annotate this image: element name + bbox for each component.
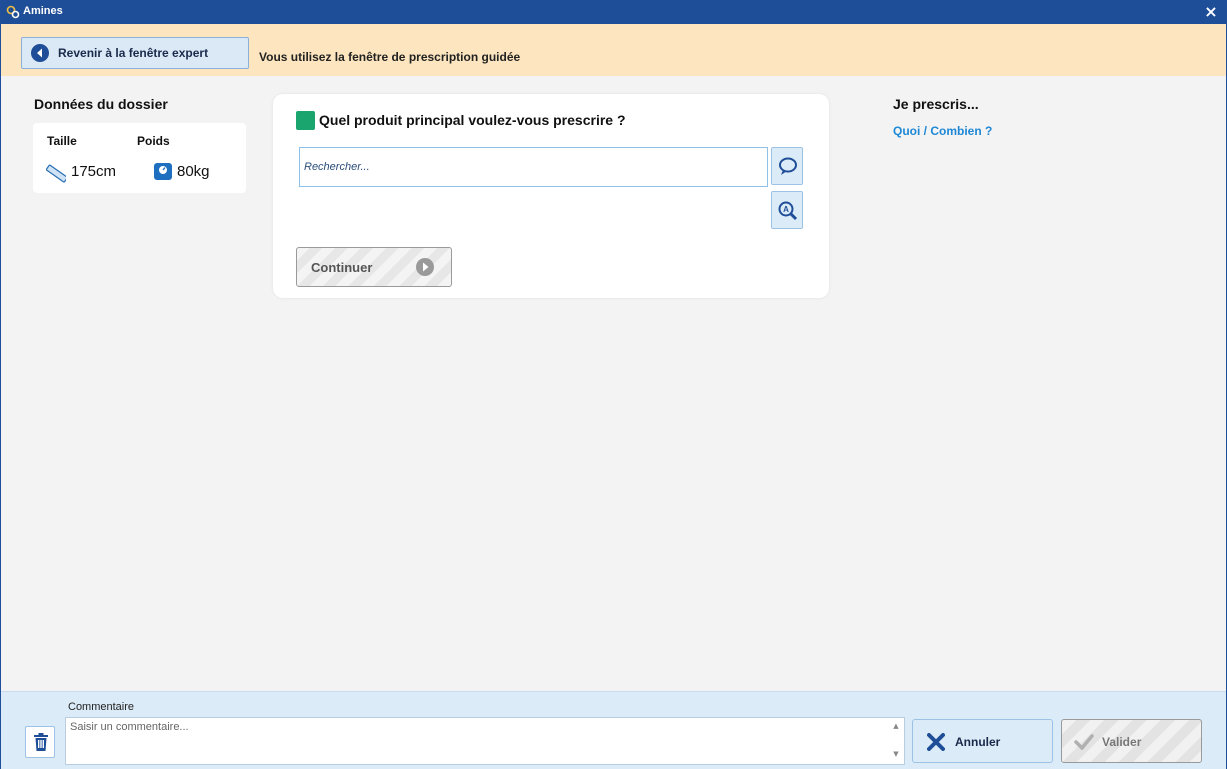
app-window: Amines × Revenir à la fenêtre expert Vou… <box>0 0 1227 769</box>
speech-bubble-icon <box>779 157 797 175</box>
dossier-title: Données du dossier <box>34 96 168 112</box>
scroll-down-arrow-icon[interactable]: ▼ <box>890 750 902 760</box>
scroll-up-arrow-icon[interactable]: ▲ <box>890 722 902 732</box>
weight-header: Poids <box>137 134 170 148</box>
comment-label: Commentaire <box>68 701 135 713</box>
continue-button[interactable]: Continuer <box>296 247 452 287</box>
what-how-much-link[interactable]: Quoi / Combien ? <box>893 124 992 138</box>
height-header: Taille <box>47 134 77 148</box>
app-gear-icon <box>6 5 20 19</box>
back-arrow-icon <box>31 44 49 62</box>
cancel-label: Annuler <box>955 735 1001 749</box>
dossier-card: Taille Poids 175cm 80kg <box>33 123 246 193</box>
svg-text:A: A <box>783 205 789 214</box>
comment-search-button[interactable] <box>771 147 803 185</box>
cross-icon <box>927 733 945 751</box>
cancel-button[interactable]: Annuler <box>912 719 1053 763</box>
question-card: Quel produit principal voulez-vous presc… <box>273 94 829 298</box>
search-input[interactable] <box>299 147 768 187</box>
scale-icon <box>154 163 172 180</box>
back-to-expert-label: Revenir à la fenêtre expert <box>58 46 209 60</box>
comment-footer: Commentaire ▲ ▼ Annuler Valider <box>1 691 1226 769</box>
clear-comment-button[interactable] <box>25 726 55 758</box>
title-bar: Amines × <box>1 1 1226 24</box>
weight-value: 80kg <box>177 163 210 180</box>
back-to-expert-button[interactable]: Revenir à la fenêtre expert <box>21 37 249 69</box>
play-arrow-icon <box>416 258 434 276</box>
height-value: 175cm <box>71 163 117 180</box>
validate-button[interactable]: Valider <box>1061 719 1202 763</box>
comment-textarea[interactable] <box>65 717 905 765</box>
question-marker <box>296 111 315 130</box>
checkmark-icon <box>1074 734 1094 750</box>
continue-label: Continuer <box>311 260 373 275</box>
magnifier-a-icon: A <box>778 201 798 221</box>
guided-mode-banner: Revenir à la fenêtre expert Vous utilise… <box>1 24 1226 76</box>
validate-label: Valider <box>1102 735 1142 749</box>
trash-icon <box>34 733 48 751</box>
question-text: Quel produit principal voulez-vous presc… <box>319 112 626 128</box>
advanced-search-button[interactable]: A <box>771 191 803 229</box>
prescription-summary-title: Je prescris... <box>893 96 979 112</box>
ruler-icon <box>46 164 66 183</box>
window-title: Amines <box>23 5 63 17</box>
banner-info-text: Vous utilisez la fenêtre de prescription… <box>259 50 521 64</box>
close-icon[interactable]: × <box>1202 2 1220 22</box>
